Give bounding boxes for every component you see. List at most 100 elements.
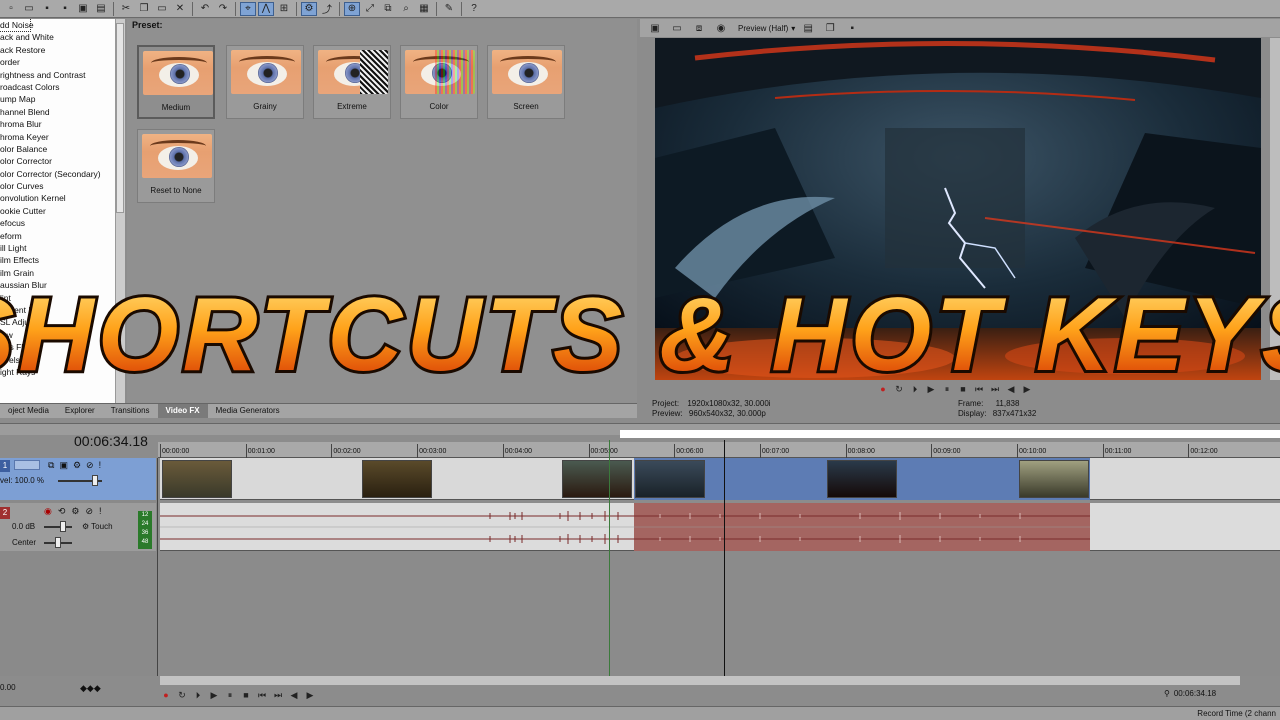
video-clip[interactable] <box>162 460 232 498</box>
properties-icon[interactable]: ▤ <box>93 2 109 16</box>
copy-icon[interactable]: ❐ <box>136 2 152 16</box>
video-clip[interactable] <box>362 460 432 498</box>
track-fx-icon[interactable]: ⚙ <box>73 460 81 471</box>
fx-list-item[interactable]: radient Map <box>0 304 124 316</box>
track-fx-icon[interactable]: ⚙ <box>71 506 79 517</box>
copy-snapshot-icon[interactable]: ❐ <box>822 21 838 35</box>
fx-list-item[interactable]: ilm Effects <box>0 254 124 266</box>
fx-list-item[interactable]: ookie Cutter <box>0 205 124 217</box>
open-icon[interactable]: ▭ <box>21 2 37 16</box>
fx-list-item[interactable]: SL Adjust <box>0 316 124 328</box>
fx-list-item[interactable]: rightness and Contrast <box>0 69 124 81</box>
pause-icon[interactable]: ⏸ <box>224 689 236 701</box>
audio-track-header[interactable]: 2 ◉ ⟲ ⚙ ⊘ ! 0.0 dB ⚙ Touch Center 12 24 36… <box>0 503 156 551</box>
timeline-horizontal-scrollbar[interactable] <box>160 676 1240 685</box>
go-to-start-icon[interactable]: ⏮ <box>256 689 268 701</box>
zoom-tool-icon[interactable]: ⌕ <box>398 2 414 16</box>
go-to-start-icon[interactable]: ⏮ <box>973 383 985 395</box>
pan-slider-thumb[interactable] <box>55 537 61 548</box>
new-file-icon[interactable]: ▫ <box>3 2 19 16</box>
previous-frame-icon[interactable]: ◀ <box>1005 383 1017 395</box>
fx-list-item[interactable]: hroma Blur <box>0 118 124 130</box>
arm-record-icon[interactable]: ◉ <box>44 506 52 517</box>
go-to-end-icon[interactable]: ⏭ <box>989 383 1001 395</box>
video-track-lane[interactable] <box>160 458 1280 500</box>
play-icon[interactable]: ▶ <box>925 383 937 395</box>
fx-list-item[interactable]: eform <box>0 230 124 242</box>
split-screen-icon[interactable]: ⧈ <box>691 21 707 35</box>
preset-thumbnail[interactable]: Medium <box>137 45 215 119</box>
preset-thumbnail[interactable]: Color <box>400 45 478 119</box>
paste-icon[interactable]: ▭ <box>154 2 170 16</box>
volume-slider[interactable] <box>44 526 72 528</box>
track-motion-icon[interactable]: ▣ <box>59 460 68 471</box>
play-from-start-icon[interactable]: ⏵ <box>192 689 204 701</box>
tab[interactable]: Video FX <box>157 404 208 418</box>
loop-icon[interactable]: ↻ <box>176 689 188 701</box>
volume-slider-thumb[interactable] <box>60 521 66 532</box>
fx-list-item[interactable]: lint <box>0 292 124 304</box>
fx-list-item[interactable]: ens Flare <box>0 341 124 353</box>
overlays-icon[interactable]: ◉ <box>713 21 729 35</box>
fx-list-item[interactable]: evels <box>0 354 124 366</box>
preview-properties-icon[interactable]: ▣ <box>647 21 663 35</box>
tab[interactable]: Media Generators <box>208 404 288 418</box>
next-frame-icon[interactable]: ▶ <box>304 689 316 701</box>
fx-list-item[interactable]: order <box>0 56 124 68</box>
auto-crossfade-icon[interactable]: ⤢ <box>362 2 378 16</box>
video-clip[interactable] <box>635 460 705 498</box>
solo-icon[interactable]: ! <box>99 460 102 471</box>
level-slider-thumb[interactable] <box>92 475 98 486</box>
record-icon[interactable]: ● <box>160 689 172 701</box>
selection-tool-icon[interactable]: ⊞ <box>276 2 292 16</box>
tab[interactable]: Explorer <box>57 404 103 418</box>
video-clip[interactable] <box>827 460 897 498</box>
cut-icon[interactable]: ✂ <box>118 2 134 16</box>
fx-list-item[interactable]: ack Restore <box>0 44 124 56</box>
go-to-end-icon[interactable]: ⏭ <box>272 689 284 701</box>
fx-list-item[interactable]: olor Corrector (Secondary) <box>0 168 124 180</box>
invert-phase-icon[interactable]: ⟲ <box>58 506 66 517</box>
preset-thumbnail[interactable]: Extreme <box>313 45 391 119</box>
track-name-field[interactable] <box>14 460 40 470</box>
pause-icon[interactable]: ⏸ <box>941 383 953 395</box>
rate-slider-icon[interactable]: ◆◆◆ <box>80 683 101 694</box>
help-icon[interactable]: ? <box>466 2 482 16</box>
save-as-icon[interactable]: ▪ <box>57 2 73 16</box>
preset-thumbnail[interactable]: Reset to None <box>137 129 215 203</box>
tab[interactable]: oject Media <box>0 404 57 418</box>
external-monitor-icon[interactable]: ▭ <box>669 21 685 35</box>
delete-icon[interactable]: ✕ <box>172 2 188 16</box>
marker-icon[interactable]: ▦ <box>416 2 432 16</box>
fx-list-item[interactable]: onvolution Kernel <box>0 192 124 204</box>
solo-icon[interactable]: ! <box>99 506 102 517</box>
play-from-start-icon[interactable]: ⏵ <box>909 383 921 395</box>
composite-mode-icon[interactable]: ⧉ <box>48 460 54 471</box>
next-frame-icon[interactable]: ▶ <box>1021 383 1033 395</box>
fx-list-item[interactable]: olor Curves <box>0 180 124 192</box>
marker-tool-icon[interactable]: ✎ <box>441 2 457 16</box>
preview-scrollbar[interactable] <box>1270 38 1280 380</box>
fx-list-item[interactable]: ilm Grain <box>0 267 124 279</box>
automation-mode[interactable]: ⚙ Touch <box>82 522 113 531</box>
redo-icon[interactable]: ↷ <box>215 2 231 16</box>
preview-quality-dropdown[interactable]: Preview (Half) ▾ <box>738 24 795 33</box>
video-clip[interactable] <box>562 460 632 498</box>
fx-list-item[interactable]: dd Noise <box>0 19 34 33</box>
fx-list-item[interactable]: hannel Blend <box>0 106 124 118</box>
audio-track-lane[interactable] <box>160 503 1280 551</box>
record-icon[interactable]: ● <box>877 383 889 395</box>
preset-thumbnail[interactable]: Screen <box>487 45 565 119</box>
save-snapshot-icon[interactable]: ▪ <box>844 21 860 35</box>
fx-list-item[interactable]: olor Balance <box>0 143 124 155</box>
tab[interactable]: Transitions <box>103 404 158 418</box>
envelope-tool-icon[interactable]: ⋀ <box>258 1 274 16</box>
undo-icon[interactable]: ↶ <box>197 2 213 16</box>
fx-list-item[interactable]: low <box>0 329 124 341</box>
play-icon[interactable]: ▶ <box>208 689 220 701</box>
snapping-icon[interactable]: ⊕ <box>344 1 360 16</box>
auto-ripple-icon[interactable]: ⚙ <box>301 1 317 16</box>
playhead-cursor[interactable] <box>724 440 725 676</box>
ignore-grouping-icon[interactable]: ⧉ <box>380 2 396 16</box>
fx-list-item[interactable]: hroma Keyer <box>0 131 124 143</box>
